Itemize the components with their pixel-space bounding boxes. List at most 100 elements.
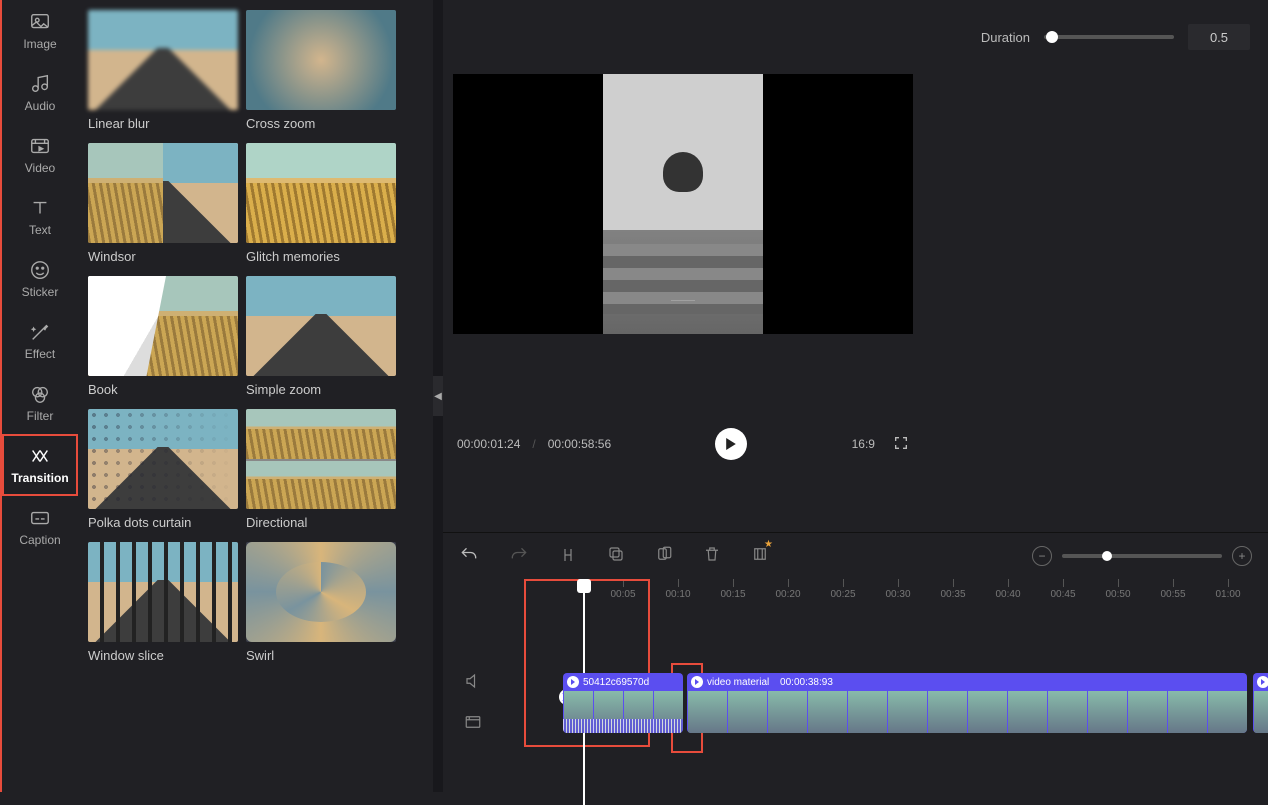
transition-thumbnail[interactable]: [246, 276, 396, 376]
aspect-ratio[interactable]: 16:9: [852, 437, 875, 451]
ruler-tick: 01:00: [1208, 579, 1248, 600]
duration-value[interactable]: 0.5: [1188, 24, 1250, 50]
preview-caption: ············: [671, 298, 695, 304]
ruler-tick: 00:40: [988, 579, 1028, 600]
transition-thumbnail[interactable]: [88, 276, 238, 376]
transition-icon: [29, 445, 51, 467]
ruler-tick: 00:15: [713, 579, 753, 600]
transition-thumbnail[interactable]: [88, 409, 238, 509]
transition-thumbnail[interactable]: [246, 409, 396, 509]
transition-thumbnail[interactable]: [246, 10, 396, 110]
transition-item[interactable]: Glitch memories: [246, 143, 396, 264]
ruler-tick: 00:05: [603, 579, 643, 600]
sidebar-item-filter[interactable]: Filter: [2, 372, 78, 434]
preview-controls: 00:00:01:24 / 00:00:58:56 16:9: [453, 424, 913, 464]
transition-item[interactable]: Windsor: [88, 143, 238, 264]
copy-button[interactable]: [607, 545, 625, 568]
ruler-tick: 00:55: [1153, 579, 1193, 600]
star-badge: ★: [764, 539, 773, 550]
text-icon: [29, 197, 51, 219]
ruler-tick: 00:20: [768, 579, 808, 600]
sidebar-item-effect[interactable]: Effect: [2, 310, 78, 372]
ruler-tick: 00:10: [658, 579, 698, 600]
undo-button[interactable]: [459, 545, 479, 568]
transition-name: Simple zoom: [246, 382, 396, 397]
video-track-icon[interactable]: [464, 713, 482, 734]
transition-item[interactable]: Swirl: [246, 542, 396, 663]
transition-item[interactable]: Polka dots curtain: [88, 409, 238, 530]
duration-slider[interactable]: [1044, 35, 1174, 39]
transition-library[interactable]: Linear blur Cross zoom Windsor Glitch memor…: [78, 0, 433, 792]
time-sep: /: [532, 437, 535, 451]
preview-video: ············: [603, 74, 763, 334]
timeline-clip[interactable]: video material: [1253, 673, 1268, 733]
transition-name: Directional: [246, 515, 396, 530]
transition-item[interactable]: Directional: [246, 409, 396, 530]
transition-thumbnail[interactable]: [246, 542, 396, 642]
clip-play-icon: [567, 676, 579, 688]
sidebar-item-transition[interactable]: Transition: [2, 434, 78, 496]
sidebar-item-sticker[interactable]: Sticker: [2, 248, 78, 310]
transition-thumbnail[interactable]: [88, 542, 238, 642]
transition-thumbnail[interactable]: [88, 10, 238, 110]
transition-name: Glitch memories: [246, 249, 396, 264]
image-icon: [29, 11, 51, 33]
sidebar-item-caption[interactable]: Caption: [2, 496, 78, 558]
play-button[interactable]: [715, 428, 747, 460]
timeline-ruler[interactable]: 00:0500:1000:1500:2000:2500:3000:3500:40…: [503, 579, 1268, 613]
transition-thumbnail[interactable]: [88, 143, 238, 243]
collapse-handle[interactable]: ◀: [433, 376, 443, 416]
timeline-toolbar: ★ − +: [443, 533, 1268, 579]
sticker-icon: [29, 259, 51, 281]
delete-button[interactable]: [703, 545, 721, 568]
transition-item[interactable]: Linear blur: [88, 10, 238, 131]
sidebar-item-image[interactable]: Image: [2, 0, 78, 62]
clip-title: 50412c69570d: [583, 677, 649, 688]
crop-button[interactable]: ★: [751, 545, 769, 568]
preview-row: ············ 00:00:01:24 / 00:00:58:56 1…: [443, 74, 1268, 532]
transition-item[interactable]: Book: [88, 276, 238, 397]
split-button[interactable]: [559, 545, 577, 568]
timeline-panel: ★ − + 00:0500:1000:1500:2000:2500:3000:3…: [443, 532, 1268, 792]
ruler-tick: 00:35: [933, 579, 973, 600]
clip-title: video material: [707, 677, 769, 688]
sidebar-item-text[interactable]: Text: [2, 186, 78, 248]
time-total: 00:00:58:56: [548, 437, 611, 451]
clip-play-icon: [691, 676, 703, 688]
tracks[interactable]: 50412c69570d video material 00:00:38:93 …: [503, 613, 1268, 792]
filter-icon: [29, 383, 51, 405]
sidebar-item-video[interactable]: Video: [2, 124, 78, 186]
redo-button[interactable]: [509, 545, 529, 568]
ruler-tick: 01:05: [1263, 579, 1268, 600]
transition-name: Linear blur: [88, 116, 238, 131]
track-headers: [443, 613, 503, 792]
transition-name: Polka dots curtain: [88, 515, 238, 530]
video-icon: [29, 135, 51, 157]
transition-thumbnail[interactable]: [246, 143, 396, 243]
duplicate-button[interactable]: [655, 545, 673, 568]
transition-name: Cross zoom: [246, 116, 396, 131]
zoom-out-button[interactable]: −: [1032, 546, 1052, 566]
slider-knob[interactable]: [1046, 31, 1058, 43]
zoom-slider[interactable]: [1062, 554, 1222, 558]
clip-waveform: [563, 719, 683, 733]
ruler-tick: 00:30: [878, 579, 918, 600]
ruler-tick: 00:50: [1098, 579, 1138, 600]
transition-item[interactable]: Window slice: [88, 542, 238, 663]
panel-divider: ◀: [433, 0, 443, 792]
preview-frame[interactable]: ············: [453, 74, 913, 334]
timeline-clip[interactable]: video material 00:00:38:93: [687, 673, 1247, 733]
app-root: Image Audio Video Text Sticker Effect Fi…: [0, 0, 1268, 792]
audio-track-icon[interactable]: [464, 672, 482, 693]
transition-item[interactable]: Simple zoom: [246, 276, 396, 397]
track-area: 50412c69570d video material 00:00:38:93 …: [443, 613, 1268, 792]
transition-name: Windsor: [88, 249, 238, 264]
timeline-clip[interactable]: 50412c69570d: [563, 673, 683, 733]
fullscreen-icon[interactable]: [893, 435, 909, 454]
sidebar-item-audio[interactable]: Audio: [2, 62, 78, 124]
transition-item[interactable]: Cross zoom: [246, 10, 396, 131]
caption-icon: [29, 507, 51, 529]
transition-name: Book: [88, 382, 238, 397]
sidebar: Image Audio Video Text Sticker Effect Fi…: [0, 0, 78, 792]
zoom-in-button[interactable]: +: [1232, 546, 1252, 566]
